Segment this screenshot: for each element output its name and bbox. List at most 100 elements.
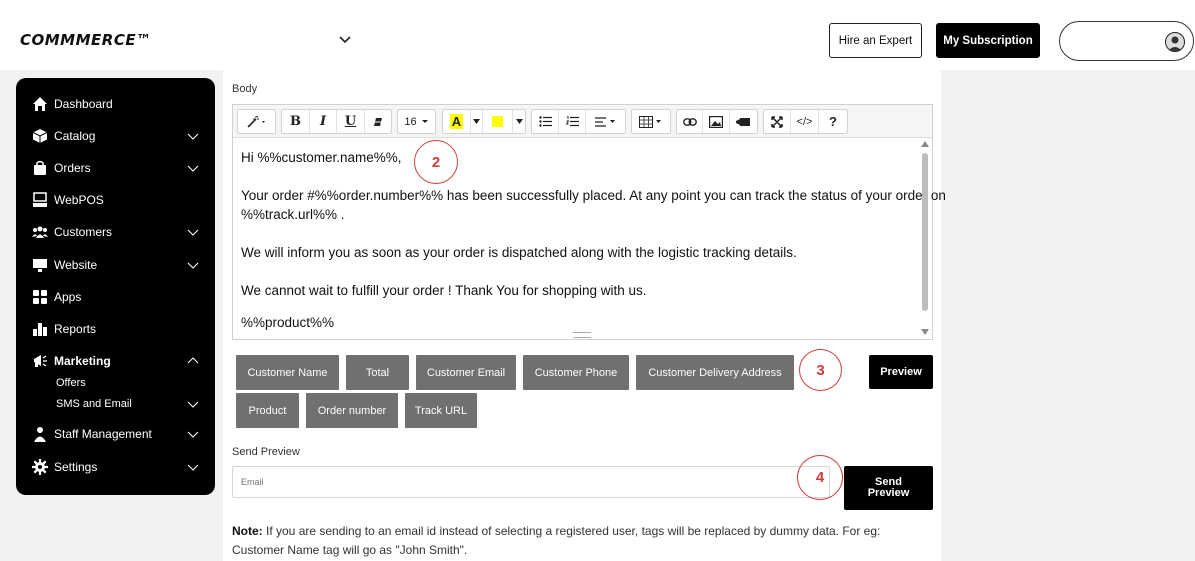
gear-icon: [32, 459, 48, 475]
users-icon: [32, 224, 48, 240]
tag-product-button[interactable]: Product: [236, 393, 299, 428]
font-size-value: 16: [398, 110, 435, 133]
sidebar-item-staff-management[interactable]: Staff Management: [16, 422, 215, 446]
hire-expert-button[interactable]: Hire an Expert: [829, 23, 922, 58]
fullscreen-icon[interactable]: [764, 110, 791, 133]
editor-toolbar: B I U 16 A </> ?: [233, 105, 932, 138]
sidebar-item-customers[interactable]: Customers: [16, 220, 215, 244]
megaphone-icon: [32, 353, 48, 369]
avatar-icon: [1165, 32, 1185, 52]
scrollbar-thumb[interactable]: [922, 153, 928, 311]
apps-icon: [32, 289, 48, 305]
highlight-swatch: [492, 116, 503, 127]
sidebar-subitem-offers[interactable]: Offers: [56, 377, 86, 389]
sidebar-item-dashboard[interactable]: Dashboard: [16, 92, 215, 116]
sidebar-item-webpos[interactable]: WebPOS: [16, 188, 215, 212]
note-text: Note: If you are sending to an email id …: [232, 522, 932, 560]
tag-track-url-button[interactable]: Track URL: [405, 393, 477, 428]
sidebar-item-orders[interactable]: Orders: [16, 156, 215, 180]
sidebar-item-apps[interactable]: Apps: [16, 285, 215, 309]
code-view-button[interactable]: </>: [791, 110, 819, 133]
chevron-down-icon: [187, 165, 199, 172]
eraser-icon[interactable]: [365, 110, 391, 133]
sidebar-item-label: Orders: [54, 161, 91, 175]
help-button[interactable]: ?: [819, 110, 847, 133]
brand-logo[interactable]: COMMMERCE™: [20, 31, 152, 49]
staff-icon: [32, 426, 48, 442]
bar-chart-icon: [32, 321, 48, 337]
sidebar-item-settings[interactable]: Settings: [16, 455, 215, 479]
tag-customer-name-button[interactable]: Customer Name: [236, 355, 339, 390]
font-size-label: 16: [404, 115, 417, 128]
align-dropdown[interactable]: [586, 110, 625, 133]
body-label: Body: [232, 83, 258, 95]
sidebar-subitem-sms-email[interactable]: SMS and Email: [56, 398, 132, 410]
profile-menu[interactable]: [1059, 21, 1194, 61]
chevron-down-icon: [187, 133, 199, 140]
chevron-down-icon: [187, 229, 199, 236]
chevron-down-icon: [187, 401, 199, 408]
video-icon[interactable]: [730, 110, 757, 133]
annotation-marker: 3: [799, 349, 842, 391]
highlight-color-button[interactable]: [483, 110, 513, 133]
scroll-down-icon[interactable]: [921, 329, 929, 335]
toolbar-group-format: B I U: [281, 109, 392, 134]
top-header: COMMMERCE™ Hire an Expert My Subscriptio…: [0, 0, 1195, 70]
image-icon[interactable]: [703, 110, 730, 133]
toolbar-group-insert: [676, 109, 758, 134]
bag-icon: [32, 160, 48, 176]
sidebar-item-marketing[interactable]: Marketing: [16, 349, 215, 373]
toolbar-group-paragraph: [531, 109, 626, 134]
resize-handle[interactable]: [573, 332, 591, 338]
sidebar-item-label: Staff Management: [54, 427, 152, 441]
note-body: If you are sending to an email id instea…: [232, 524, 881, 557]
tag-delivery-address-button[interactable]: Customer Delivery Address: [636, 355, 794, 390]
chevron-down-icon[interactable]: [338, 33, 352, 47]
sidebar-item-label: Dashboard: [54, 97, 113, 111]
monitor-icon: [32, 257, 48, 273]
send-preview-button[interactable]: Send Preview: [844, 466, 933, 510]
editor-line: We cannot wait to fulfill your order ! T…: [241, 283, 647, 298]
caret-down-icon[interactable]: [513, 110, 525, 133]
tag-customer-phone-button[interactable]: Customer Phone: [523, 355, 629, 390]
sidebar-item-label: Marketing: [54, 354, 111, 368]
sidebar-item-label: WebPOS: [54, 193, 104, 207]
pos-icon: [32, 192, 48, 208]
sidebar-item-catalog[interactable]: Catalog: [16, 124, 215, 148]
underline-button[interactable]: U: [337, 110, 365, 133]
table-dropdown[interactable]: [631, 109, 671, 134]
magic-wand-icon[interactable]: [238, 110, 275, 133]
italic-button[interactable]: I: [310, 110, 337, 133]
annotation-marker: 4: [797, 455, 843, 500]
bold-button[interactable]: B: [282, 110, 310, 133]
editor-line: %%track.url%% .: [241, 207, 345, 222]
table-icon: [632, 110, 670, 133]
toolbar-group-misc: </> ?: [763, 109, 848, 134]
send-preview-label: Send Preview: [232, 446, 300, 458]
editor-line: We will inform you as soon as your order…: [241, 245, 797, 260]
text-color-button[interactable]: A: [443, 110, 471, 133]
sidebar-item-reports[interactable]: Reports: [16, 317, 215, 341]
chevron-down-icon: [187, 262, 199, 269]
sidebar-item-label: Settings: [54, 460, 98, 474]
numbered-list-icon[interactable]: [559, 110, 586, 133]
bullet-list-icon[interactable]: [532, 110, 559, 133]
font-size-dropdown[interactable]: 16: [397, 109, 436, 134]
sidebar-item-label: Catalog: [54, 129, 96, 143]
preview-button[interactable]: Preview: [869, 355, 933, 389]
caret-down-icon[interactable]: [471, 110, 483, 133]
scroll-up-icon[interactable]: [921, 141, 929, 147]
box-icon: [32, 128, 48, 144]
chevron-down-icon: [187, 431, 199, 438]
body-editor[interactable]: B I U 16 A </> ? Hi %%customer.name%%, Y…: [232, 104, 946, 340]
sidebar-item-website[interactable]: Website: [16, 253, 215, 277]
email-input[interactable]: [232, 466, 830, 498]
editor-line: Hi %%customer.name%%,: [241, 150, 402, 165]
link-icon[interactable]: [677, 110, 704, 133]
tag-total-button[interactable]: Total: [346, 355, 409, 390]
editor-scrollbar[interactable]: [920, 139, 930, 337]
tag-customer-email-button[interactable]: Customer Email: [416, 355, 516, 390]
my-subscription-button[interactable]: My Subscription: [936, 23, 1040, 58]
sidebar-item-label: Website: [54, 258, 98, 272]
tag-order-number-button[interactable]: Order number: [306, 393, 398, 428]
